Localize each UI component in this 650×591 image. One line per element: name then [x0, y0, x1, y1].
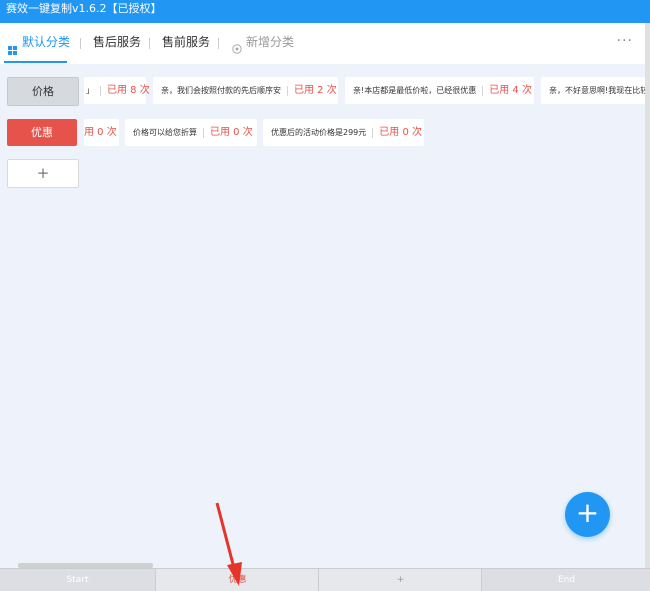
tab-pre-sales[interactable]: 售前服务	[162, 33, 210, 50]
phrase-item[interactable]: 亲，不好意思啊!我现在比较	[541, 77, 645, 104]
window-title: 赛效一键复制v1.6.2【已授权】	[6, 2, 162, 15]
bottom-navigation: Start 优惠 + End	[0, 568, 650, 591]
grid-icon	[8, 40, 17, 59]
usage-count: 已用 0 次	[379, 127, 423, 138]
nav-add-button[interactable]: +	[318, 569, 482, 591]
tab-divider	[218, 38, 219, 49]
main-content: 价格 优惠 + 」已用 8 次 亲，我们会按照付款的先后顺序安 已用 2 次 亲!…	[0, 64, 645, 568]
tab-after-sales[interactable]: 售后服务	[93, 33, 141, 50]
phrase-item[interactable]: 亲!本店都是最低价啦，已经很优惠 已用 4 次	[345, 77, 534, 104]
category-button-price[interactable]: 价格	[7, 77, 79, 106]
add-category-button[interactable]: +	[7, 159, 79, 188]
more-options-icon[interactable]: ···	[617, 33, 633, 49]
usage-count: 已用 8 次	[107, 85, 150, 96]
category-tabs: 默认分类 售后服务 售前服务 新增分类 ···	[0, 23, 645, 64]
phrase-item[interactable]: 价格可以给您折算 已用 0 次	[125, 119, 257, 146]
tab-divider	[80, 38, 81, 49]
nav-end-button[interactable]: End	[481, 569, 650, 591]
vertical-scrollbar[interactable]	[645, 23, 650, 568]
tab-divider	[149, 38, 150, 49]
add-phrase-button[interactable]: +	[565, 492, 610, 537]
phrase-item[interactable]: 亲，我们会按照付款的先后顺序安 已用 2 次	[153, 77, 338, 104]
phrase-item[interactable]: 优惠后的活动价格是299元 已用 0 次	[263, 119, 424, 146]
tab-add-category[interactable]: 新增分类	[246, 33, 294, 50]
nav-current-category[interactable]: 优惠	[155, 569, 319, 591]
active-tab-indicator	[4, 61, 67, 63]
usage-count: 已用 0 次	[210, 127, 253, 138]
usage-count: 已用 4 次	[489, 85, 532, 96]
window-title-bar: 赛效一键复制v1.6.2【已授权】	[0, 0, 650, 23]
usage-count: 用 0 次	[84, 127, 117, 138]
phrase-item[interactable]: 」已用 8 次	[84, 77, 150, 104]
tab-default[interactable]: 默认分类	[22, 33, 70, 50]
add-circle-icon	[232, 39, 242, 58]
category-button-discount[interactable]: 优惠	[7, 119, 77, 146]
phrase-item[interactable]: 用 0 次	[84, 119, 119, 146]
usage-count: 已用 2 次	[294, 85, 337, 96]
nav-start-button[interactable]: Start	[0, 569, 155, 591]
